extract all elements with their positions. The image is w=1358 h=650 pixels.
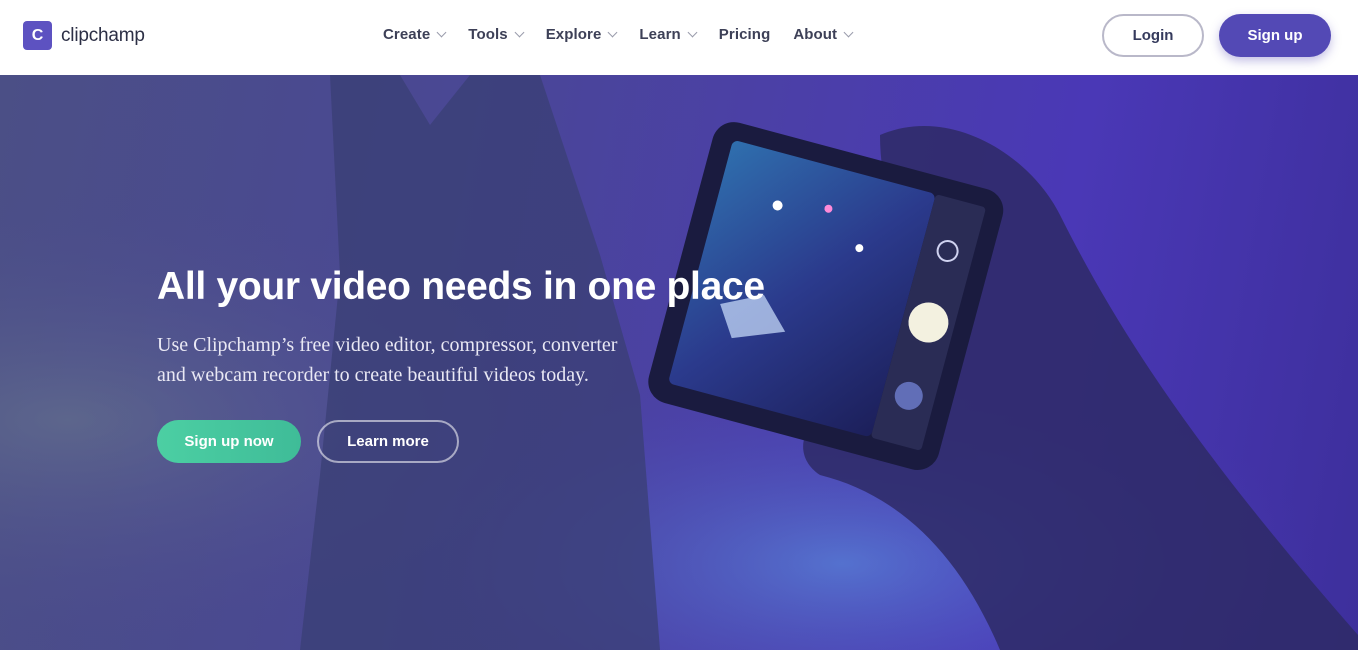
nav-learn[interactable]: Learn (639, 26, 698, 43)
nav-tools[interactable]: Tools (468, 26, 525, 43)
nav-tools-label: Tools (468, 26, 508, 43)
chevron-down-icon (687, 27, 698, 37)
nav-explore[interactable]: Explore (545, 26, 618, 43)
main-nav: Create Tools Explore Learn Pricing About (383, 26, 875, 43)
hero-section: All your video needs in one place Use Cl… (0, 75, 1358, 650)
logo-mark-icon: C (23, 21, 52, 50)
hero-subtitle-line-2: and webcam recorder to create beautiful … (157, 364, 589, 386)
nav-create[interactable]: Create (383, 26, 447, 43)
nav-explore-label: Explore (545, 26, 602, 43)
login-button[interactable]: Login (1102, 14, 1204, 57)
logo-text: clipchamp (61, 24, 145, 46)
chevron-down-icon (607, 27, 618, 37)
nav-pricing-label: Pricing (718, 26, 771, 43)
nav-about[interactable]: About (793, 26, 854, 43)
nav-pricing[interactable]: Pricing (719, 26, 771, 43)
signup-now-button[interactable]: Sign up now (157, 420, 301, 463)
learn-more-button[interactable]: Learn more (317, 420, 459, 463)
hero-subtitle: Use Clipchamp’s free video editor, compr… (157, 330, 657, 390)
chevron-down-icon (843, 27, 854, 37)
signup-button[interactable]: Sign up (1219, 14, 1331, 57)
chevron-down-icon (436, 27, 447, 37)
hero-title: All your video needs in one place (157, 265, 765, 308)
nav-about-label: About (793, 26, 838, 43)
hero-subtitle-line-1: Use Clipchamp’s free video editor, compr… (157, 334, 618, 356)
nav-create-label: Create (383, 26, 431, 43)
top-navbar: C clipchamp Create Tools Explore Learn P… (0, 0, 1358, 75)
chevron-down-icon (514, 27, 525, 37)
nav-learn-label: Learn (639, 26, 681, 43)
clipchamp-logo[interactable]: C clipchamp (23, 21, 145, 50)
